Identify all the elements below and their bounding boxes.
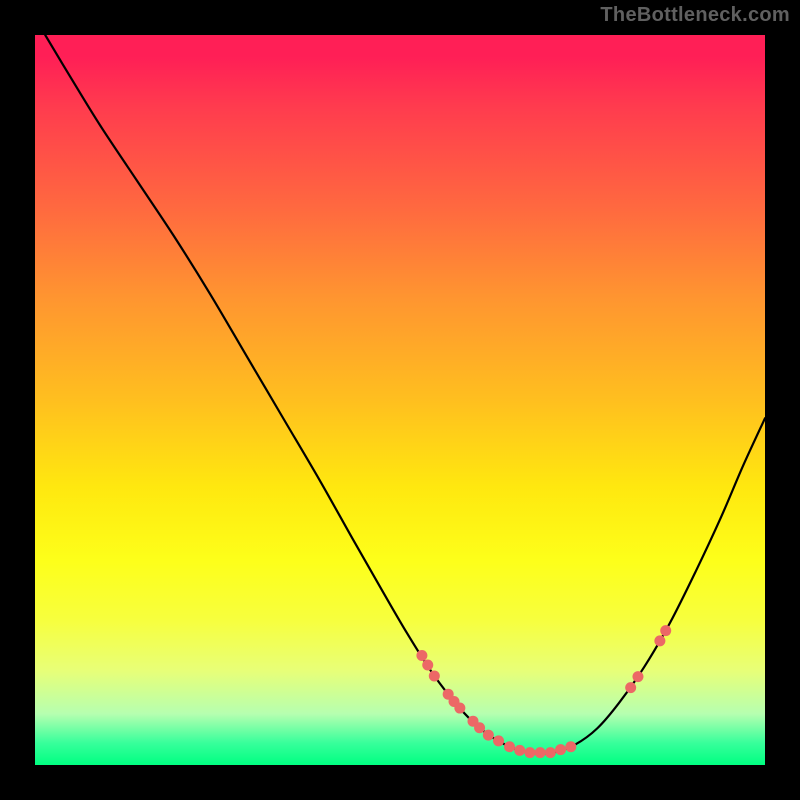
curve-marker [524, 747, 535, 758]
curve-marker [660, 625, 671, 636]
plot-area [35, 35, 765, 765]
bottleneck-curve [45, 35, 765, 754]
curve-marker [555, 744, 566, 755]
curve-marker [514, 745, 525, 756]
chart-frame: TheBottleneck.com [0, 0, 800, 800]
curve-marker [535, 747, 546, 758]
curve-marker [454, 703, 465, 714]
curve-marker [632, 671, 643, 682]
curve-marker [474, 722, 485, 733]
curve-marker [504, 741, 515, 752]
curve-marker [493, 735, 504, 746]
curve-marker [565, 741, 576, 752]
curve-marker [483, 730, 494, 741]
curve-marker [654, 635, 665, 646]
curve-marker [545, 747, 556, 758]
curve-marker [416, 650, 427, 661]
curve-marker [422, 659, 433, 670]
curve-marker [625, 682, 636, 693]
curve-markers [416, 625, 671, 758]
watermark-text: TheBottleneck.com [600, 4, 790, 27]
curve-svg [35, 35, 765, 765]
curve-marker [429, 670, 440, 681]
